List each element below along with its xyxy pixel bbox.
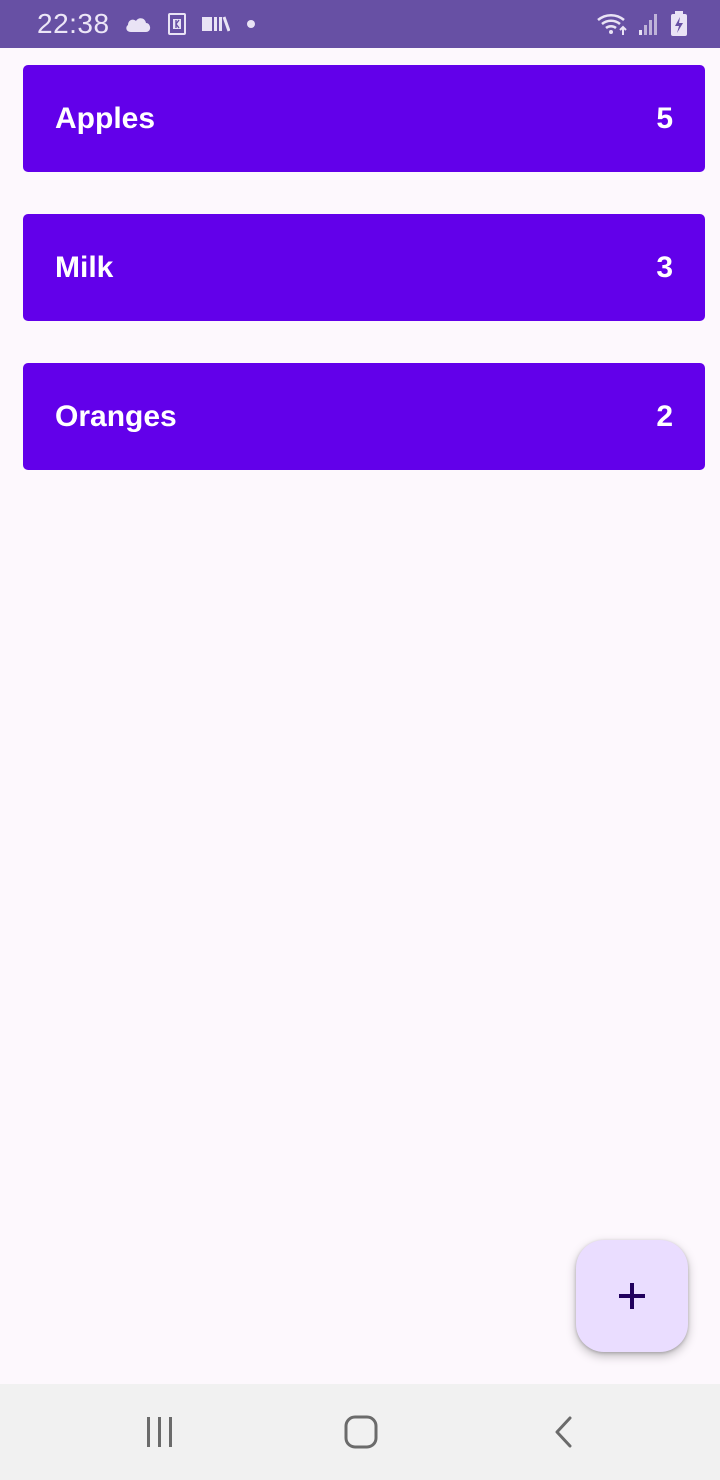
back-button[interactable] bbox=[503, 1384, 623, 1480]
status-bar: 22:38 bbox=[0, 0, 720, 48]
item-name: Milk bbox=[55, 250, 114, 284]
status-left-icons bbox=[124, 13, 256, 35]
plus-icon bbox=[618, 1282, 646, 1310]
add-item-button[interactable] bbox=[576, 1240, 688, 1352]
signal-icon bbox=[638, 12, 660, 36]
cloud-icon bbox=[124, 15, 152, 33]
item-quantity: 2 bbox=[656, 399, 673, 433]
back-icon bbox=[552, 1416, 574, 1448]
list-item[interactable]: Milk 3 bbox=[23, 214, 705, 321]
grocery-list: Apples 5 Milk 3 Oranges 2 bbox=[23, 65, 705, 512]
battery-charging-icon bbox=[670, 11, 688, 37]
list-item[interactable]: Apples 5 bbox=[23, 65, 705, 172]
recent-apps-button[interactable] bbox=[100, 1384, 220, 1480]
list-item[interactable]: Oranges 2 bbox=[23, 363, 705, 470]
home-button[interactable] bbox=[301, 1384, 421, 1480]
recent-apps-icon bbox=[145, 1416, 175, 1448]
library-icon bbox=[201, 16, 230, 32]
item-name: Oranges bbox=[55, 399, 177, 433]
app-notification-icon bbox=[167, 13, 186, 35]
item-quantity: 5 bbox=[656, 101, 673, 135]
item-name: Apples bbox=[55, 101, 156, 135]
dot-icon bbox=[246, 19, 256, 29]
navigation-bar bbox=[0, 1384, 720, 1480]
home-icon bbox=[344, 1415, 378, 1449]
status-right-icons bbox=[596, 0, 688, 48]
status-time: 22:38 bbox=[37, 8, 110, 39]
wifi-icon bbox=[596, 11, 628, 37]
item-quantity: 3 bbox=[656, 250, 673, 284]
